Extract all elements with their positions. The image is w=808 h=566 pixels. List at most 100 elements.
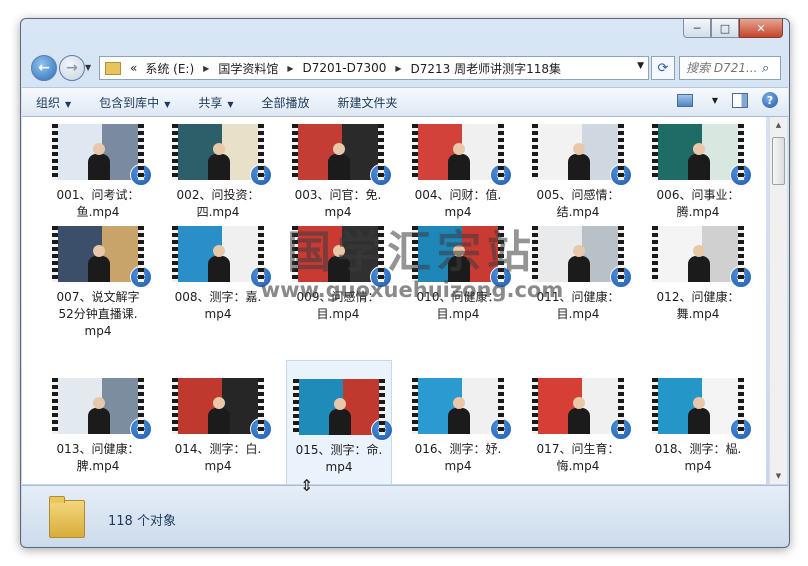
file-item[interactable]: ✱ 001、问考试： 鱼.mp4 [46,119,152,221]
file-list[interactable]: ✱ 001、问考试： 鱼.mp4 ✱ 002、问投资： 四.mp4 ✱ 003、问官：免. mp… [22,117,766,484]
vertical-scrollbar[interactable]: ▲ ▼ [769,117,787,484]
address-bar[interactable]: « 系统 (E:) ▶ 国学资料馆 ▶ D7201-D7300 ▶ D7213 … [99,56,649,80]
file-name-line: 004、问财：值. [414,188,502,202]
file-name: 003、问官：免. mp4 [286,187,390,221]
file-name-line: mp4 [444,459,472,473]
file-item[interactable]: ✱ 017、问生育： 悔.mp4 [526,373,632,475]
file-name-line: mp4 [84,324,112,338]
new-folder-button[interactable]: 新建文件夹 [324,94,412,111]
file-name-line: 52分钟直播课. [58,307,138,321]
file-name-line: 007、说文解字 [56,290,140,304]
details-pane: 118 个对象 [22,485,788,546]
refresh-button[interactable]: ⟳ [651,56,675,80]
file-name-line: 四.mp4 [196,205,240,219]
file-item[interactable]: ✱ 002、问投资： 四.mp4 [166,119,272,221]
help-icon[interactable]: ? [762,92,778,108]
film-reel-icon: ✱ [250,164,272,186]
scroll-up-icon[interactable]: ▲ [770,117,787,133]
chevron-right-icon[interactable]: ▶ [287,64,293,73]
file-name: 012、问健康： 舞.mp4 [646,289,750,323]
film-reel-icon: ✱ [610,164,632,186]
person-figure [208,397,231,434]
breadcrumb-current[interactable]: D7213 周老师讲测字118集 [411,60,562,77]
back-button[interactable]: ← [31,55,57,81]
file-item[interactable]: ✱ 005、问感情： 结.mp4 [526,119,632,221]
file-name-line: 016、测字：妤. [414,442,502,456]
film-reel-icon: ✱ [250,266,272,288]
film-reel-icon: ✱ [730,418,752,440]
file-name: 007、说文解字 52分钟直播课. mp4 [46,289,150,340]
file-name-line: 腾.mp4 [676,205,720,219]
search-icon[interactable]: ⌕ [762,61,769,76]
file-name: 005、问感情： 结.mp4 [526,187,630,221]
file-name: 016、测字：妤. mp4 [406,441,510,475]
minimize-button[interactable]: ─ [683,19,711,38]
file-item[interactable]: ✱ 003、问官：免. mp4 [286,119,392,221]
file-item[interactable]: ✱ 012、问健康： 舞.mp4 [646,221,752,323]
person-figure [688,245,711,282]
breadcrumb-drive[interactable]: 系统 (E:) [145,60,194,77]
file-name-line: mp4 [684,459,712,473]
maximize-button[interactable]: □ [711,19,739,38]
file-item[interactable]: ✱ 010、问健康： 目.mp4 [406,221,512,323]
chevron-right-icon[interactable]: ▶ [203,64,209,73]
person-figure [688,143,711,180]
file-name-line: 脾.mp4 [76,459,120,473]
include-in-library-menu[interactable]: 包含到库中 ▼ [85,94,184,111]
video-thumbnail: ✱ [412,124,512,186]
address-overflow[interactable]: « [130,61,137,75]
chevron-down-icon: ▼ [164,99,171,109]
play-all-button[interactable]: 全部播放 [248,94,324,111]
organize-menu[interactable]: 组织 ▼ [22,94,85,111]
file-name-line: 005、问感情： [536,188,620,202]
film-reel-icon: ✱ [610,418,632,440]
file-item[interactable]: ✱ 004、问财：值. mp4 [406,119,512,221]
film-reel-icon: ✱ [130,164,152,186]
file-name: 017、问生育： 悔.mp4 [526,441,630,475]
person-figure [568,245,591,282]
recent-pages-dropdown-icon[interactable]: ▼ [85,63,91,72]
chevron-down-icon[interactable]: ▼ [712,96,718,105]
file-item[interactable]: ✱ 013、问健康： 脾.mp4 [46,373,152,475]
film-reel-icon: ✱ [730,164,752,186]
file-name-line: mp4 [444,205,472,219]
breadcrumb-folder[interactable]: D7201-D7300 [302,61,386,75]
file-item[interactable]: ✱ 009、问感情： 目.mp4 [286,221,392,323]
preview-pane-icon[interactable] [732,92,748,108]
scroll-down-icon[interactable]: ▼ [770,468,787,484]
file-name-line: 009、问感情： [296,290,380,304]
change-view-icon[interactable] [676,93,693,107]
file-name-line: 结.mp4 [556,205,600,219]
file-item[interactable]: ✱ 011、问健康： 目.mp4 [526,221,632,323]
file-item[interactable]: ✱ 006、问事业： 腾.mp4 [646,119,752,221]
forward-button[interactable]: → [59,55,85,81]
file-name: 013、问健康： 脾.mp4 [46,441,150,475]
breadcrumb-folder[interactable]: 国学资料馆 [218,60,278,77]
chevron-down-icon[interactable]: ▼ [637,61,644,71]
person-figure [688,397,711,434]
search-input[interactable] [680,60,762,76]
chevron-right-icon[interactable]: ▶ [395,64,401,73]
search-box[interactable]: ⌕ [679,56,781,80]
share-menu[interactable]: 共享 ▼ [184,94,247,111]
file-item[interactable]: ✱ 008、测字：嘉. mp4 [166,221,272,323]
file-name: 004、问财：值. mp4 [406,187,510,221]
film-reel-icon: ✱ [490,164,512,186]
command-bar: 组织 ▼ 包含到库中 ▼ 共享 ▼ 全部播放 新建文件夹 ▼ ? [22,87,788,117]
file-item[interactable]: ✱ 018、测字：榀. mp4 [646,373,752,475]
person-figure [208,245,231,282]
video-thumbnail: ✱ [652,378,752,440]
file-item[interactable]: ✱ 015、测字：命. mp4 [286,360,393,484]
person-figure [568,143,591,180]
video-thumbnail: ✱ [172,124,272,186]
film-reel-icon: ✱ [730,266,752,288]
file-item[interactable]: ✱ 014、测字：白. mp4 [166,373,272,475]
close-button[interactable]: ✕ [739,19,783,38]
film-reel-icon: ✱ [490,418,512,440]
file-name-line: 013、问健康： [56,442,140,456]
video-thumbnail: ✱ [52,226,152,288]
file-item[interactable]: ✱ 016、测字：妤. mp4 [406,373,512,475]
file-item[interactable]: ✱ 007、说文解字 52分钟直播课. mp4 [46,221,152,340]
scrollbar-thumb[interactable] [772,137,785,185]
file-name-line: 008、测字：嘉. [174,290,262,304]
